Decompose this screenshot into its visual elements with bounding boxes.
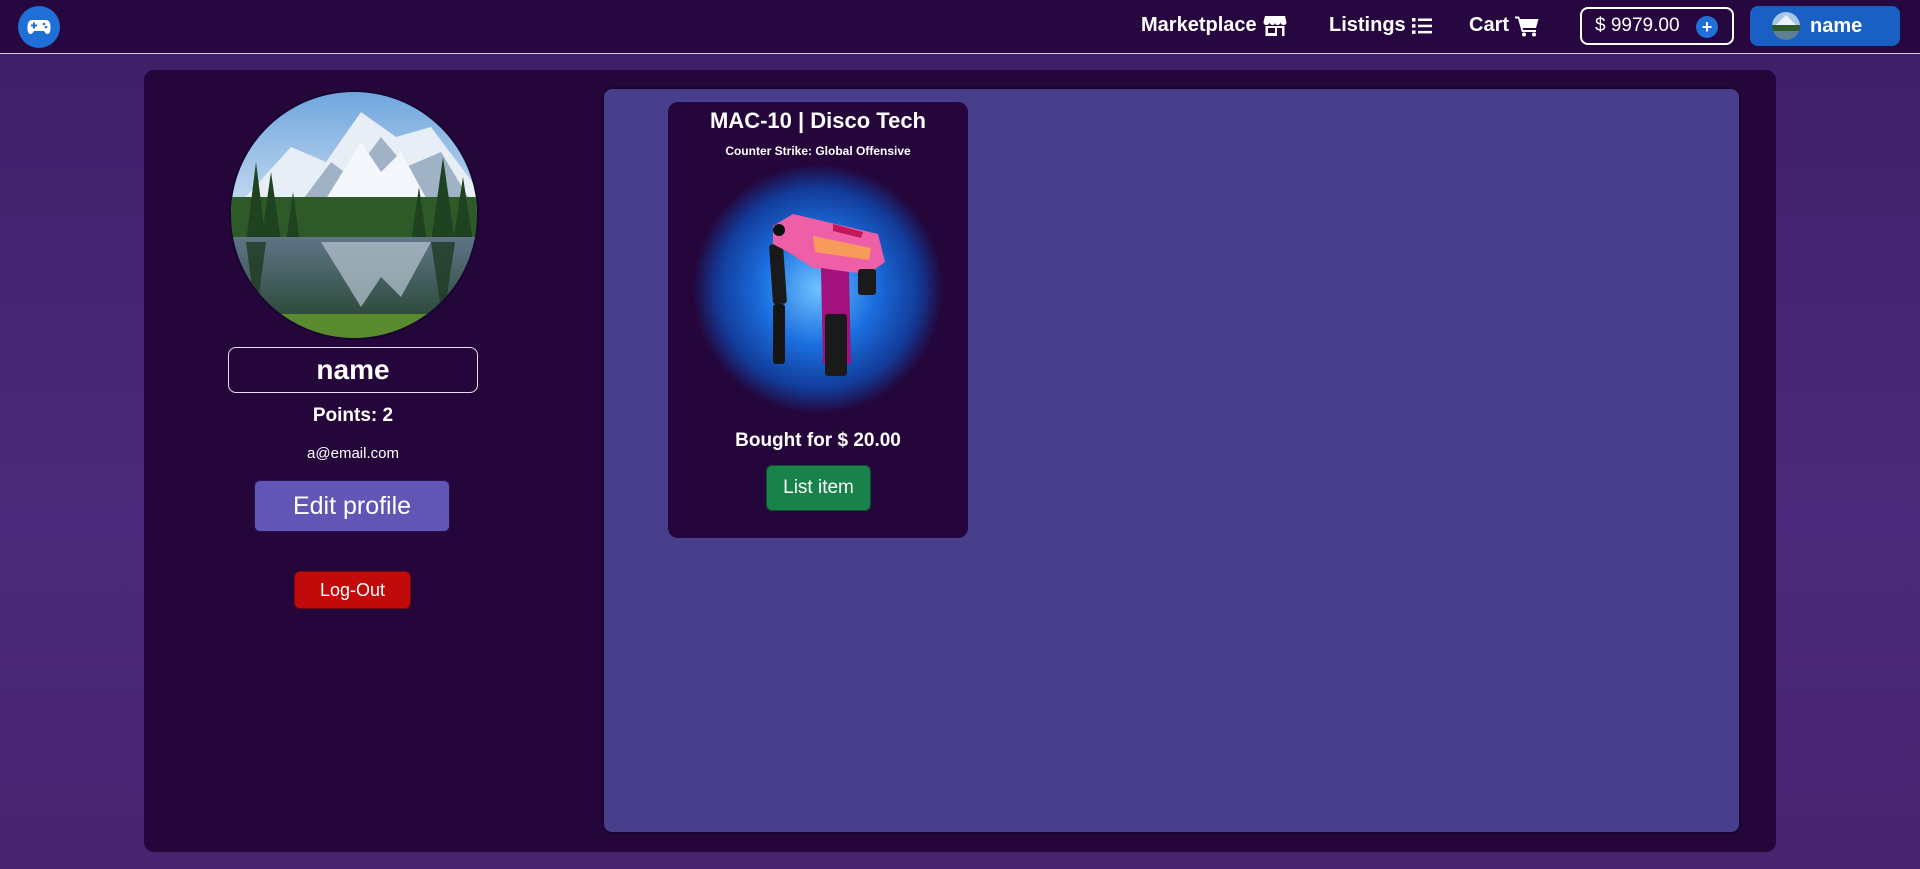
nav-listings[interactable]: Listings [1329, 14, 1432, 37]
nav-cart[interactable]: Cart [1469, 14, 1539, 37]
top-navbar: Marketplace Listings Cart $ 9979.00 + na… [0, 0, 1920, 54]
gamepad-icon[interactable] [18, 6, 60, 48]
wallet-balance[interactable]: $ 9979.00 + [1580, 7, 1734, 45]
inventory-grid: MAC-10 | Disco Tech Counter Strike: Glob… [602, 87, 1741, 834]
logout-button[interactable]: Log-Out [294, 571, 411, 609]
user-menu-button[interactable]: name [1750, 6, 1900, 46]
item-price: Bought for $ 20.00 [735, 430, 901, 451]
cart-icon [1515, 15, 1539, 37]
nav-marketplace-label: Marketplace [1141, 14, 1257, 36]
item-game: Counter Strike: Global Offensive [725, 144, 911, 158]
main-panel: name Points: 2 a@email.com Edit profile … [144, 70, 1776, 852]
profile-sidebar: name Points: 2 a@email.com Edit profile … [144, 70, 562, 852]
item-image [693, 164, 943, 414]
list-icon [1411, 17, 1432, 35]
edit-profile-button[interactable]: Edit profile [254, 480, 450, 532]
profile-avatar [229, 90, 479, 340]
balance-amount: $ 9979.00 [1595, 15, 1680, 36]
nav-listings-label: Listings [1329, 14, 1406, 36]
avatar [1772, 12, 1800, 40]
profile-name: name [228, 347, 478, 393]
plus-icon[interactable]: + [1696, 16, 1718, 38]
nav-marketplace[interactable]: Marketplace [1141, 14, 1287, 37]
nav-cart-label: Cart [1469, 14, 1510, 36]
item-title: MAC-10 | Disco Tech [709, 108, 926, 133]
inventory-item-card: MAC-10 | Disco Tech Counter Strike: Glob… [668, 102, 968, 538]
profile-email: a@email.com [307, 445, 399, 462]
list-item-button[interactable]: List item [766, 465, 871, 511]
store-icon [1263, 15, 1287, 37]
user-name-label: name [1810, 14, 1863, 37]
profile-points: Points: 2 [312, 405, 394, 426]
